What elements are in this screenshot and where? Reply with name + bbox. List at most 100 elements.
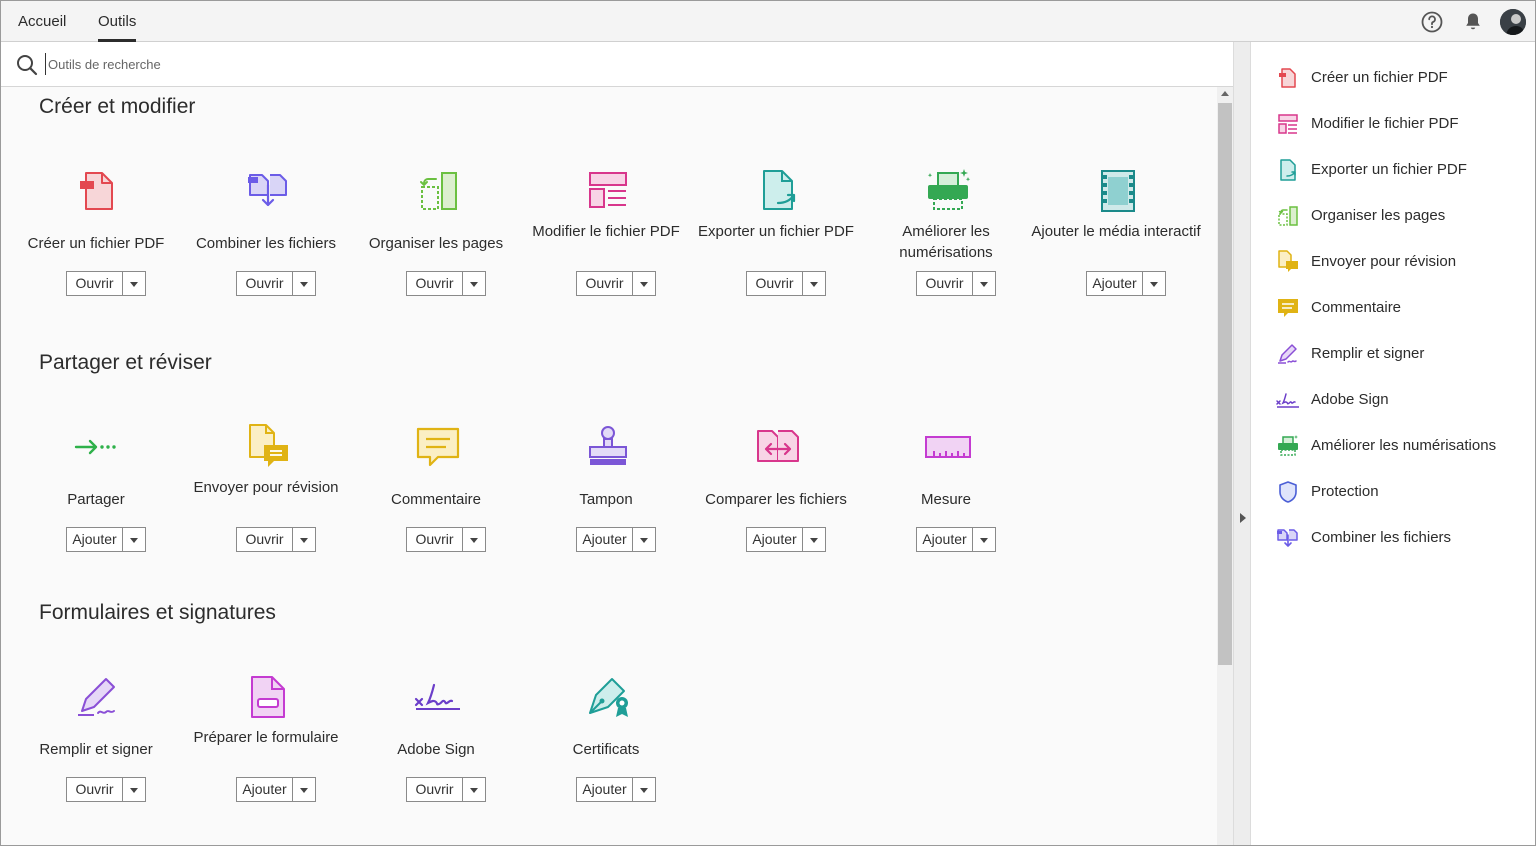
search-input[interactable] xyxy=(45,53,645,75)
chevron-down-icon[interactable] xyxy=(1143,272,1165,295)
tool-label: Ajouter le média interactif xyxy=(1031,223,1201,240)
tool-label: Tampon xyxy=(579,491,633,508)
tool-edit-pdf[interactable]: Modifier le fichier PDF Ouvrir xyxy=(521,167,691,327)
certificate-pen-icon xyxy=(589,678,628,717)
panel-item-label: Commentaire xyxy=(1311,299,1402,316)
chevron-down-icon[interactable] xyxy=(463,778,485,801)
film-strip-icon xyxy=(1101,170,1135,212)
tool-rich-media[interactable]: Ajouter le média interactif Ajouter xyxy=(1031,167,1201,327)
search-bar xyxy=(1,42,1233,87)
tool-prepare-form[interactable]: Préparer le formulaire Ajouter xyxy=(181,673,351,833)
add-button[interactable]: Ajouter xyxy=(576,777,656,802)
chevron-down-icon[interactable] xyxy=(973,528,995,551)
chevron-down-icon[interactable] xyxy=(633,778,655,801)
open-button[interactable]: Ouvrir xyxy=(236,527,316,552)
panel-item-send-review[interactable]: Envoyer pour révision xyxy=(1276,247,1531,277)
button-label: Ouvrir xyxy=(577,272,633,295)
button-label: Ajouter xyxy=(577,778,633,801)
chevron-right-icon[interactable] xyxy=(1240,513,1246,523)
tool-label: Mesure xyxy=(920,491,972,508)
tool-send-review[interactable]: Envoyer pour révision Ouvrir xyxy=(181,423,351,583)
tool-label: Adobe Sign xyxy=(397,741,475,758)
button-label: Ouvrir xyxy=(237,528,293,551)
chevron-down-icon[interactable] xyxy=(973,272,995,295)
fill-sign-icon xyxy=(78,678,115,716)
tool-enhance-scans[interactable]: Améliorer les numérisations Ouvrir xyxy=(861,167,1031,327)
tool-stamp[interactable]: Tampon Ajouter xyxy=(521,423,691,583)
section-title-share: Partager et réviser xyxy=(39,351,212,374)
panel-item-enhance-scans[interactable]: Améliorer les numérisations xyxy=(1276,431,1531,461)
vertical-scrollbar[interactable] xyxy=(1217,87,1233,845)
compare-files-icon xyxy=(757,430,799,462)
chevron-down-icon[interactable] xyxy=(633,528,655,551)
panel-item-comment[interactable]: Commentaire xyxy=(1276,293,1531,323)
button-label: Ajouter xyxy=(917,528,973,551)
ruler-icon xyxy=(925,436,971,458)
scroll-thumb[interactable] xyxy=(1218,103,1232,665)
chevron-down-icon[interactable] xyxy=(463,528,485,551)
chevron-down-icon[interactable] xyxy=(803,272,825,295)
open-button[interactable]: Ouvrir xyxy=(576,271,656,296)
open-button[interactable]: Ouvrir xyxy=(916,271,996,296)
chevron-down-icon[interactable] xyxy=(463,272,485,295)
tool-label: Certificats xyxy=(572,741,640,758)
panel-item-combine-files[interactable]: Combiner les fichiers xyxy=(1276,523,1531,553)
panel-item-protection[interactable]: Protection xyxy=(1276,477,1531,507)
help-circle-icon[interactable] xyxy=(1420,10,1444,34)
chevron-down-icon[interactable] xyxy=(293,778,315,801)
tool-certificates[interactable]: Certificats Ajouter xyxy=(521,673,691,833)
tools-main-area: Créer et modifier Créer un fichier PDF O… xyxy=(1,87,1217,845)
open-button[interactable]: Ouvrir xyxy=(236,271,316,296)
chevron-down-icon[interactable] xyxy=(633,272,655,295)
open-button[interactable]: Ouvrir xyxy=(406,271,486,296)
panel-item-export-pdf[interactable]: Exporter un fichier PDF xyxy=(1276,155,1531,185)
tool-compare-files[interactable]: Comparer les fichiers Ajouter xyxy=(691,423,861,583)
tool-comment[interactable]: Commentaire Ouvrir xyxy=(351,423,521,583)
tool-create-pdf[interactable]: Créer un fichier PDF Ouvrir xyxy=(11,167,181,327)
right-panel-toggle[interactable] xyxy=(1233,42,1251,845)
open-button[interactable]: Ouvrir xyxy=(406,527,486,552)
open-button[interactable]: Ouvrir xyxy=(66,271,146,296)
add-button[interactable]: Ajouter xyxy=(916,527,996,552)
add-button[interactable]: Ajouter xyxy=(236,777,316,802)
tool-measure[interactable]: Mesure Ajouter xyxy=(861,423,1031,583)
open-button[interactable]: Ouvrir xyxy=(66,777,146,802)
enhance-scan-icon xyxy=(1278,435,1298,456)
tool-fill-sign[interactable]: Remplir et signer Ouvrir xyxy=(11,673,181,833)
prepare-form-icon xyxy=(251,676,285,718)
chevron-down-icon[interactable] xyxy=(293,528,315,551)
chevron-down-icon[interactable] xyxy=(123,778,145,801)
bell-icon[interactable] xyxy=(1461,10,1485,34)
export-pdf-icon xyxy=(763,170,796,210)
open-button[interactable]: Ouvrir xyxy=(406,777,486,802)
avatar[interactable] xyxy=(1500,9,1526,35)
chevron-down-icon[interactable] xyxy=(293,272,315,295)
open-button[interactable]: Ouvrir xyxy=(746,271,826,296)
tool-export-pdf[interactable]: Exporter un fichier PDF Ouvrir xyxy=(691,167,861,327)
panel-item-label: Remplir et signer xyxy=(1311,345,1425,362)
panel-item-organize-pages[interactable]: Organiser les pages xyxy=(1276,201,1531,231)
add-button[interactable]: Ajouter xyxy=(746,527,826,552)
panel-item-fill-sign[interactable]: Remplir et signer xyxy=(1276,339,1531,369)
button-label: Ajouter xyxy=(577,528,633,551)
create-pdf-icon xyxy=(1279,68,1296,88)
panel-item-edit-pdf[interactable]: Modifier le fichier PDF xyxy=(1276,109,1531,139)
tool-share[interactable]: Partager Ajouter xyxy=(11,423,181,583)
chevron-down-icon[interactable] xyxy=(123,528,145,551)
tab-home[interactable]: Accueil xyxy=(18,1,66,42)
add-button[interactable]: Ajouter xyxy=(576,527,656,552)
panel-item-adobe-sign[interactable]: Adobe Sign xyxy=(1276,385,1531,415)
add-button[interactable]: Ajouter xyxy=(66,527,146,552)
tool-organize-pages[interactable]: Organiser les pages Ouvrir xyxy=(351,167,521,327)
panel-item-label: Protection xyxy=(1311,483,1379,500)
add-button[interactable]: Ajouter xyxy=(1086,271,1166,296)
tool-adobe-sign[interactable]: Adobe Sign Ouvrir xyxy=(351,673,521,833)
tool-combine-files[interactable]: Combiner les fichiers Ouvrir xyxy=(181,167,351,327)
scroll-up-icon[interactable] xyxy=(1221,91,1229,96)
section-title-create: Créer et modifier xyxy=(39,95,196,118)
panel-item-label: Combiner les fichiers xyxy=(1311,529,1452,546)
chevron-down-icon[interactable] xyxy=(803,528,825,551)
tab-tools[interactable]: Outils xyxy=(98,1,137,42)
chevron-down-icon[interactable] xyxy=(123,272,145,295)
panel-item-create-pdf[interactable]: Créer un fichier PDF xyxy=(1276,63,1531,93)
